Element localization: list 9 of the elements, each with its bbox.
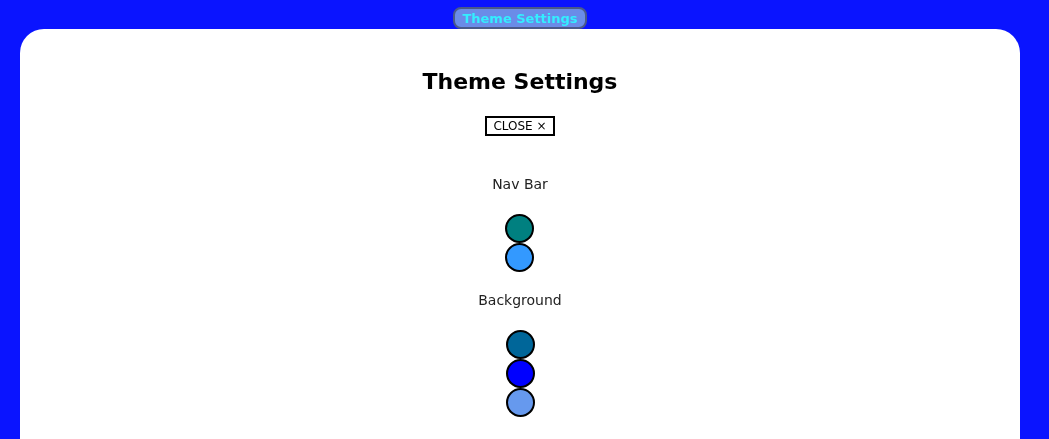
color-swatch[interactable] <box>505 359 535 388</box>
color-swatch[interactable] <box>505 330 535 359</box>
panel-title: Theme Settings <box>422 69 618 94</box>
close-button[interactable]: CLOSE × <box>485 116 555 136</box>
color-swatch[interactable] <box>505 388 535 417</box>
color-swatch[interactable] <box>505 243 535 272</box>
color-swatch[interactable] <box>505 214 535 243</box>
section-label: Background <box>478 292 562 308</box>
section-label: Nav Bar <box>492 176 548 192</box>
